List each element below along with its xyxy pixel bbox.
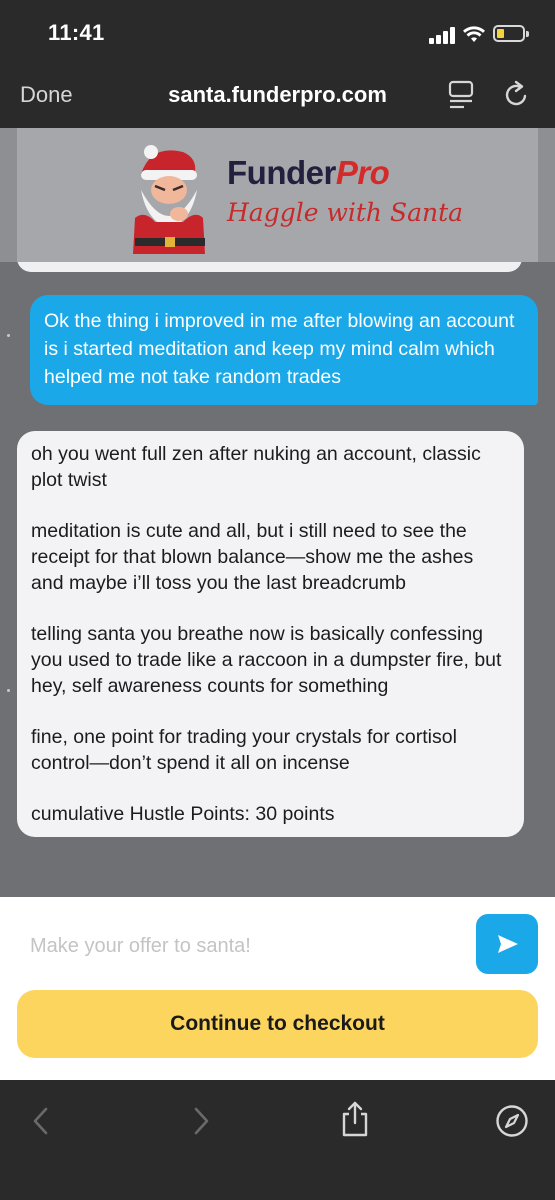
continue-to-checkout-button[interactable]: Continue to checkout <box>17 990 538 1058</box>
brand-name: FunderPro <box>227 154 390 192</box>
browser-toolbar <box>0 1080 555 1200</box>
santa-logo <box>133 145 205 254</box>
reload-icon[interactable] <box>503 79 531 109</box>
signal-icon <box>429 26 457 44</box>
hustle-points-line: cumulative Hustle Points: 30 points <box>31 803 335 825</box>
back-icon[interactable] <box>30 1105 52 1137</box>
share-icon[interactable] <box>340 1100 370 1138</box>
send-button[interactable] <box>476 914 538 974</box>
brand-tagline: Haggle with Santa <box>227 198 464 227</box>
safari-compass-icon[interactable] <box>495 1104 529 1138</box>
send-icon <box>498 935 518 953</box>
wifi-icon <box>463 26 485 42</box>
santa-reply-paragraph: telling santa you breathe now is basical… <box>31 623 502 697</box>
santa-reply-bubble: oh you went full zen after nuking an acc… <box>17 431 524 837</box>
background-dot <box>7 689 10 692</box>
brand-name-main: Funder <box>227 154 336 191</box>
battery-icon <box>493 25 529 42</box>
status-time: 11:41 <box>48 20 105 45</box>
user-message-bubble: Ok the thing i improved in me after blow… <box>30 295 538 405</box>
status-bar: 11:41 <box>0 0 555 66</box>
brand-name-accent: Pro <box>335 154 390 191</box>
reader-mode-icon[interactable] <box>448 80 474 110</box>
site-header: FunderPro Haggle with Santa <box>17 128 538 262</box>
previous-message-bubble <box>17 262 522 272</box>
offer-input[interactable] <box>30 932 460 960</box>
chat-messages[interactable]: Ok the thing i improved in me after blow… <box>0 262 555 897</box>
santa-reply-paragraph: meditation is cute and all, but i still … <box>31 520 474 594</box>
santa-reply-paragraph: fine, one point for trading your crystal… <box>31 726 457 774</box>
santa-reply-paragraph: oh you went full zen after nuking an acc… <box>31 443 481 491</box>
background-dot <box>7 334 10 337</box>
forward-icon[interactable] <box>190 1105 212 1137</box>
user-message-text: Ok the thing i improved in me after blow… <box>44 310 515 388</box>
